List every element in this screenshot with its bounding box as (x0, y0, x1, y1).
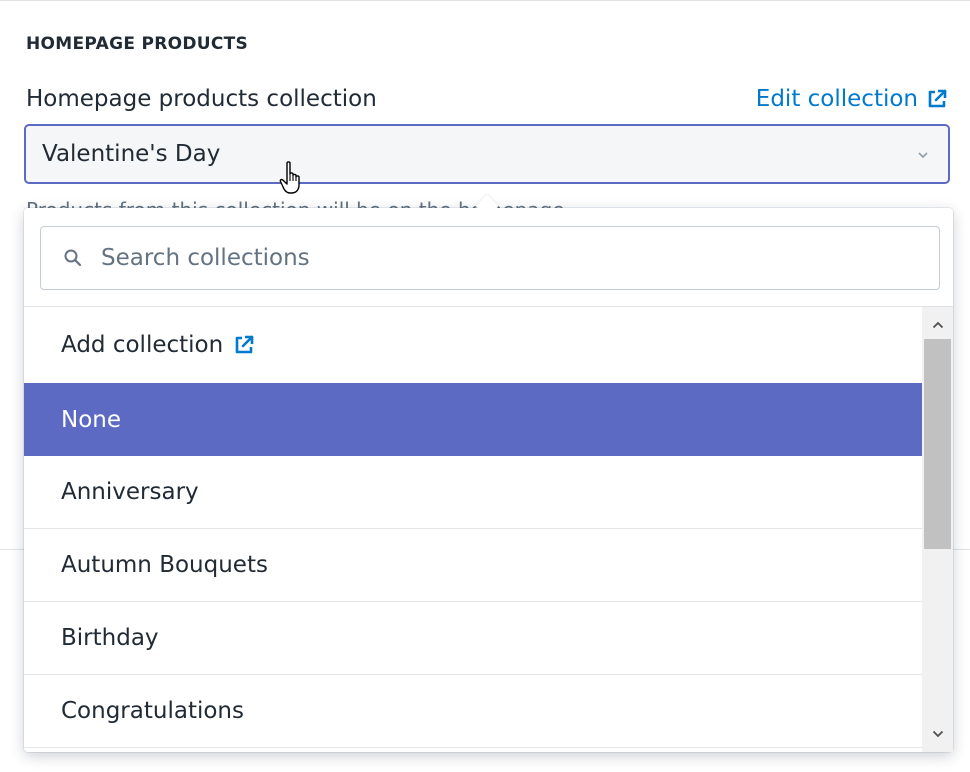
popover-content: Add collection None Anniversary Autumn B… (24, 208, 953, 752)
option-anniversary[interactable]: Anniversary (24, 456, 922, 529)
edit-collection-label: Edit collection (755, 86, 918, 112)
option-label: Congratulations (61, 698, 244, 724)
add-collection-option[interactable]: Add collection (24, 307, 922, 383)
scroll-up-button[interactable] (922, 311, 953, 339)
list-scrollbar[interactable] (922, 307, 953, 752)
search-input[interactable] (101, 245, 921, 271)
option-label: Birthday (61, 625, 159, 651)
chevron-down-icon (932, 730, 943, 738)
add-collection-label: Add collection (61, 332, 224, 358)
select-value: Valentine's Day (42, 141, 221, 167)
option-label: Autumn Bouquets (61, 552, 268, 578)
search-icon (63, 248, 83, 268)
collection-popover: Add collection None Anniversary Autumn B… (24, 208, 953, 752)
collection-list: Add collection None Anniversary Autumn B… (24, 307, 922, 752)
option-birthday[interactable]: Birthday (24, 602, 922, 675)
option-none[interactable]: None (24, 383, 922, 456)
hand-pointer-icon (279, 160, 309, 196)
collection-select[interactable]: Valentine's Day (24, 124, 950, 184)
search-field[interactable] (40, 226, 940, 290)
external-link-icon (926, 88, 948, 110)
option-congratulations[interactable]: Congratulations (24, 675, 922, 748)
option-label: None (61, 406, 122, 433)
option-label: Anniversary (61, 479, 199, 505)
scroll-thumb[interactable] (924, 339, 951, 549)
field-label: Homepage products collection (26, 86, 377, 112)
scroll-down-button[interactable] (922, 720, 953, 748)
external-link-icon (233, 334, 255, 356)
chevron-up-icon (932, 321, 943, 329)
section-title: HOMEPAGE PRODUCTS (26, 34, 249, 54)
top-divider (0, 0, 970, 1)
edit-collection-link[interactable]: Edit collection (756, 86, 948, 112)
chevron-down-icon (916, 147, 930, 161)
option-autumn-bouquets[interactable]: Autumn Bouquets (24, 529, 922, 602)
